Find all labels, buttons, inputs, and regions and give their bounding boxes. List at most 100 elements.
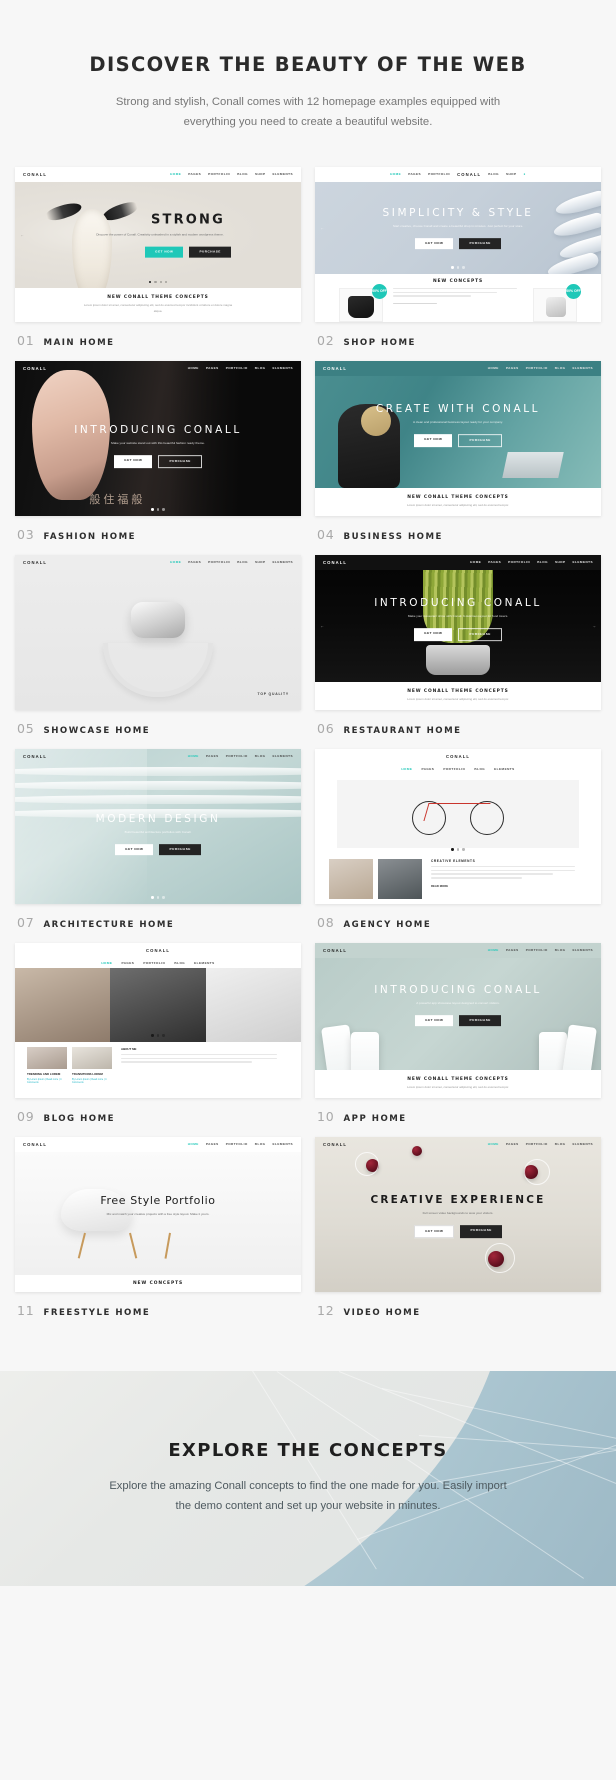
mini-nav-item[interactable]: BLOG	[537, 560, 548, 564]
demo-card-main-home[interactable]: CONALL HOME PAGES PORTFOLIO BLOG SHOP EL…	[15, 166, 301, 348]
cart-icon[interactable]: ●	[524, 172, 526, 176]
get-now-button[interactable]: GET NOW	[414, 627, 453, 641]
mini-nav-item[interactable]: HOME	[188, 1142, 199, 1146]
mini-nav-item[interactable]: BLOG	[174, 961, 185, 965]
mini-nav-item[interactable]: HOME	[488, 366, 499, 370]
mini-nav-item[interactable]: PAGES	[206, 366, 219, 370]
mini-nav-item[interactable]: PAGES	[506, 1142, 519, 1146]
demo-thumbnail-app-home[interactable]: CONALL HOME PAGES PORTFOLIO BLOG ELEMENT…	[315, 942, 601, 1098]
demo-thumbnail-video-home[interactable]: CONALL HOME PAGES PORTFOLIO BLOG ELEMENT…	[315, 1136, 601, 1292]
get-now-button[interactable]: GET NOW	[415, 237, 454, 249]
mini-nav-item[interactable]: PAGES	[408, 172, 421, 176]
demo-thumbnail-main-home[interactable]: CONALL HOME PAGES PORTFOLIO BLOG SHOP EL…	[15, 166, 301, 322]
blog-post[interactable]: TRENDING AND LOREM By Lorem Ipsum | Read…	[27, 1046, 67, 1093]
mini-nav-item[interactable]: PORTFOLIO	[508, 560, 530, 564]
purchase-button[interactable]: PURCHASE	[159, 843, 201, 855]
mini-nav-item[interactable]: ELEMENTS	[273, 560, 293, 564]
gallery-tile[interactable]	[205, 967, 301, 1042]
mini-nav-item[interactable]: HOME	[170, 172, 181, 176]
mini-nav-item[interactable]: ELEMENTS	[273, 754, 293, 758]
demo-thumbnail-blog-home[interactable]: CONALL HOME PAGES PORTFOLIO BLOG ELEMENT…	[15, 942, 301, 1098]
demo-thumbnail-shop-home[interactable]: HOME PAGES PORTFOLIO CONALL BLOG SHOP ●	[315, 166, 601, 322]
read-more-button[interactable]: READ MORE	[431, 884, 583, 888]
mini-nav-item[interactable]: ELEMENTS	[573, 560, 593, 564]
mini-nav-item[interactable]: HOME	[101, 961, 112, 965]
purchase-button[interactable]: PURCHASE	[460, 1225, 502, 1239]
blog-post[interactable]: TRANSITIONS LOREM By Lorem Ipsum | Read …	[72, 1046, 112, 1093]
mini-nav-item[interactable]: ELEMENTS	[273, 366, 293, 370]
product-card[interactable]: 60% OFF	[339, 283, 387, 322]
mini-nav-item[interactable]: HOME	[488, 948, 499, 952]
mini-nav-item[interactable]: HOME	[470, 560, 481, 564]
purchase-button[interactable]: PURCHASE	[158, 454, 202, 468]
mini-nav-item[interactable]: HOME	[488, 1142, 499, 1146]
mini-nav-item[interactable]: PORTFOLIO	[526, 948, 548, 952]
mini-nav-item[interactable]: SHOP	[255, 560, 266, 564]
purchase-button[interactable]: PURCHASE	[459, 237, 501, 249]
demo-thumbnail-business-home[interactable]: CONALL HOME PAGES PORTFOLIO BLOG ELEMENT…	[315, 360, 601, 516]
slider-dots[interactable]	[315, 266, 601, 269]
slider-dots[interactable]	[15, 508, 301, 511]
demo-thumbnail-freestyle-home[interactable]: CONALL HOME PAGES PORTFOLIO BLOG ELEMENT…	[15, 1136, 301, 1292]
mini-nav-item[interactable]: BLOG	[255, 754, 266, 758]
mini-nav-item[interactable]: PORTFOLIO	[226, 366, 248, 370]
mini-nav-item[interactable]: PAGES	[488, 560, 501, 564]
mini-nav-item[interactable]: PORTFOLIO	[208, 560, 230, 564]
mini-nav-item[interactable]: ELEMENTS	[194, 961, 214, 965]
demo-thumbnail-architecture-home[interactable]: CONALL HOME PAGES PORTFOLIO BLOG ELEMENT…	[15, 748, 301, 904]
mini-nav-item[interactable]: PAGES	[421, 767, 434, 771]
demo-card-showcase-home[interactable]: CONALL HOME PAGES PORTFOLIO BLOG SHOP EL…	[15, 554, 301, 736]
mini-nav-item[interactable]: BLOG	[237, 172, 248, 176]
demo-thumbnail-agency-home[interactable]: CONALL HOME PAGES PORTFOLIO BLOG ELEMENT…	[315, 748, 601, 904]
mini-nav-item[interactable]: SHOP	[506, 172, 517, 176]
mini-nav-item[interactable]: ELEMENTS	[573, 948, 593, 952]
mini-nav-item[interactable]: BLOG	[488, 172, 499, 176]
mini-nav-item[interactable]: ELEMENTS	[494, 767, 514, 771]
mini-nav-item[interactable]: BLOG	[237, 560, 248, 564]
get-now-button[interactable]: GET NOW	[414, 1225, 455, 1239]
mini-nav-item[interactable]: PAGES	[121, 961, 134, 965]
purchase-button[interactable]: PURCHASE	[458, 433, 502, 447]
demo-card-video-home[interactable]: CONALL HOME PAGES PORTFOLIO BLOG ELEMENT…	[315, 1136, 601, 1318]
mini-nav-item[interactable]: HOME	[188, 366, 199, 370]
get-now-button[interactable]: GET NOW	[415, 1014, 454, 1026]
mini-nav-item[interactable]: PORTFOLIO	[428, 172, 450, 176]
slider-dots[interactable]	[15, 281, 301, 284]
mini-nav-item[interactable]: PAGES	[188, 560, 201, 564]
demo-thumbnail-showcase-home[interactable]: CONALL HOME PAGES PORTFOLIO BLOG SHOP EL…	[15, 554, 301, 710]
mini-nav-item[interactable]: SHOP	[255, 172, 266, 176]
mini-nav-item[interactable]: PORTFOLIO	[226, 754, 248, 758]
mini-nav-item[interactable]: HOME	[390, 172, 401, 176]
mini-nav-item[interactable]: HOME	[401, 767, 412, 771]
mini-nav-item[interactable]: PORTFOLIO	[208, 172, 230, 176]
mini-nav-item[interactable]: BLOG	[555, 366, 566, 370]
purchase-button[interactable]: PURCHASE	[189, 246, 231, 258]
product-card[interactable]: 60% OFF	[533, 283, 581, 322]
mini-nav-item[interactable]: BLOG	[474, 767, 485, 771]
mini-nav-item[interactable]: PORTFOLIO	[143, 961, 165, 965]
post-title[interactable]: TRANSITIONS LOREM	[72, 1072, 112, 1076]
slider-dots[interactable]	[315, 848, 601, 851]
mini-nav-item[interactable]: HOME	[170, 560, 181, 564]
mini-nav-item[interactable]: PAGES	[206, 754, 219, 758]
mini-nav-item[interactable]: ELEMENTS	[573, 366, 593, 370]
gallery-tile[interactable]	[110, 967, 206, 1042]
prev-arrow-icon[interactable]: ←	[320, 225, 324, 230]
mini-nav-item[interactable]: HOME	[188, 754, 199, 758]
demo-card-shop-home[interactable]: HOME PAGES PORTFOLIO CONALL BLOG SHOP ●	[315, 166, 601, 348]
demo-card-fashion-home[interactable]: 般住福般 CONALL HOME PAGES PORTFOLIO BLOG EL…	[15, 360, 301, 542]
mini-nav-item[interactable]: PORTFOLIO	[443, 767, 465, 771]
mini-nav-item[interactable]: PAGES	[188, 172, 201, 176]
demo-card-app-home[interactable]: CONALL HOME PAGES PORTFOLIO BLOG ELEMENT…	[315, 942, 601, 1124]
mini-nav-item[interactable]: BLOG	[255, 366, 266, 370]
purchase-button[interactable]: PURCHASE	[458, 627, 502, 641]
mini-nav-item[interactable]: ELEMENTS	[573, 1142, 593, 1146]
purchase-button[interactable]: PURCHASE	[459, 1014, 501, 1026]
mini-nav-item[interactable]: BLOG	[255, 1142, 266, 1146]
post-title[interactable]: TRENDING AND LOREM	[27, 1072, 67, 1076]
mini-nav-item[interactable]: PORTFOLIO	[226, 1142, 248, 1146]
demo-card-agency-home[interactable]: CONALL HOME PAGES PORTFOLIO BLOG ELEMENT…	[315, 748, 601, 930]
demo-card-restaurant-home[interactable]: CONALL HOME PAGES PORTFOLIO BLOG SHOP EL…	[315, 554, 601, 736]
mini-nav-item[interactable]: PAGES	[506, 948, 519, 952]
mini-nav-item[interactable]: BLOG	[555, 948, 566, 952]
